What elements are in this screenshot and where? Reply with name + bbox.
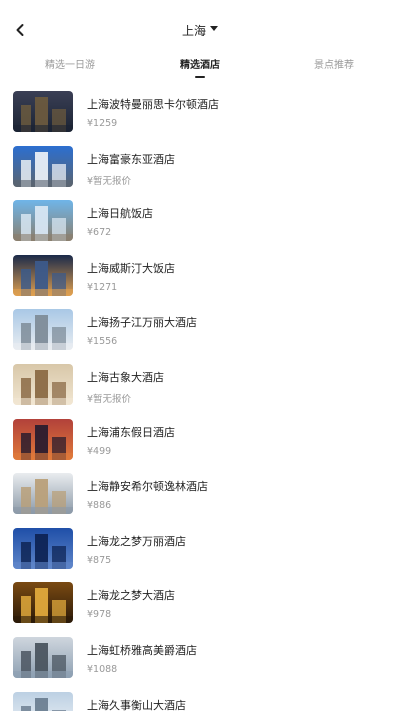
hotel-list-item[interactable]: 上海静安希尔顿逸林酒店 ¥886: [0, 470, 400, 525]
hotel-price: ¥978: [87, 609, 112, 621]
hotel-thumbnail: [13, 473, 73, 515]
hotel-name: 上海虹桥雅高美爵酒店: [87, 644, 197, 657]
hotel-name: 上海久事衡山大酒店: [87, 698, 186, 711]
hotel-price: ¥1271: [87, 281, 118, 293]
hotel-name: 上海波特曼丽思卡尔顿酒店: [87, 98, 219, 111]
hotel-list-item[interactable]: 上海久事衡山大酒店: [0, 689, 400, 711]
hotel-price: ¥499: [87, 445, 112, 457]
active-tab-indicator: [195, 76, 205, 78]
hotel-list-item[interactable]: 上海龙之梦大酒店 ¥978: [0, 579, 400, 634]
hotel-price: ¥暂无报价: [87, 175, 132, 187]
hotel-name: 上海扬子江万丽大酒店: [87, 316, 197, 330]
hotel-list-item[interactable]: 上海日航饭店 ¥672: [0, 197, 400, 252]
hotel-name: 上海威斯汀大饭店: [87, 261, 175, 275]
hotel-list-item[interactable]: 上海富豪东亚酒店 ¥暂无报价: [0, 143, 400, 198]
hotel-price: ¥1556: [87, 336, 118, 348]
hotel-name: 上海富豪东亚酒店: [87, 152, 175, 166]
hotel-thumbnail: [13, 582, 73, 624]
hotel-price: ¥1259: [87, 118, 118, 129]
hotel-list-item[interactable]: 上海威斯汀大饭店 ¥1271: [0, 252, 400, 307]
hotel-name: 上海日航饭店: [87, 207, 153, 221]
hotel-name: 上海龙之梦万丽酒店: [87, 534, 186, 548]
hotel-thumbnail: [13, 364, 73, 405]
hotel-thumbnail: [13, 200, 73, 242]
hotel-thumbnail: [13, 254, 73, 296]
hotel-list-item[interactable]: 上海虹桥雅高美爵酒店 ¥1088: [0, 634, 400, 689]
hotel-list-item[interactable]: 上海扬子江万丽大酒店 ¥1556: [0, 306, 400, 361]
hotel-thumbnail: [13, 527, 73, 569]
hotel-price: ¥1088: [87, 664, 118, 675]
hotel-thumbnail: [13, 309, 73, 351]
hotel-price: ¥672: [87, 227, 112, 239]
hotel-price: ¥暂无报价: [87, 394, 132, 405]
hotel-list-item[interactable]: 上海古象大酒店 ¥暂无报价: [0, 361, 400, 416]
hotel-price: ¥886: [87, 500, 112, 512]
header-bar: 上海: [0, 0, 400, 50]
city-selector[interactable]: 上海: [0, 22, 400, 39]
hotel-thumbnail: [13, 145, 73, 187]
hotel-thumbnail: [13, 691, 73, 711]
hotel-name: 上海静安希尔顿逸林酒店: [87, 480, 208, 494]
hotel-thumbnail: [13, 418, 73, 460]
hotel-list-item[interactable]: 上海龙之梦万丽酒店 ¥875: [0, 525, 400, 580]
tab-day-tours[interactable]: 精选一日游: [45, 56, 95, 71]
hotel-thumbnail: [13, 91, 73, 132]
hotel-name: 上海古象大酒店: [87, 371, 164, 384]
hotel-list-item[interactable]: 上海浦东假日酒店 ¥499: [0, 416, 400, 471]
caret-down-icon: [210, 26, 218, 31]
tab-hotels[interactable]: 精选酒店: [180, 56, 220, 71]
tab-attractions[interactable]: 景点推荐: [314, 56, 354, 71]
hotel-name: 上海龙之梦大酒店: [87, 589, 175, 603]
city-label: 上海: [181, 24, 206, 38]
hotel-name: 上海浦东假日酒店: [87, 425, 175, 439]
hotel-list-item[interactable]: 上海波特曼丽思卡尔顿酒店 ¥1259: [0, 88, 400, 143]
hotel-thumbnail: [13, 637, 73, 678]
hotel-price: ¥875: [87, 554, 112, 566]
